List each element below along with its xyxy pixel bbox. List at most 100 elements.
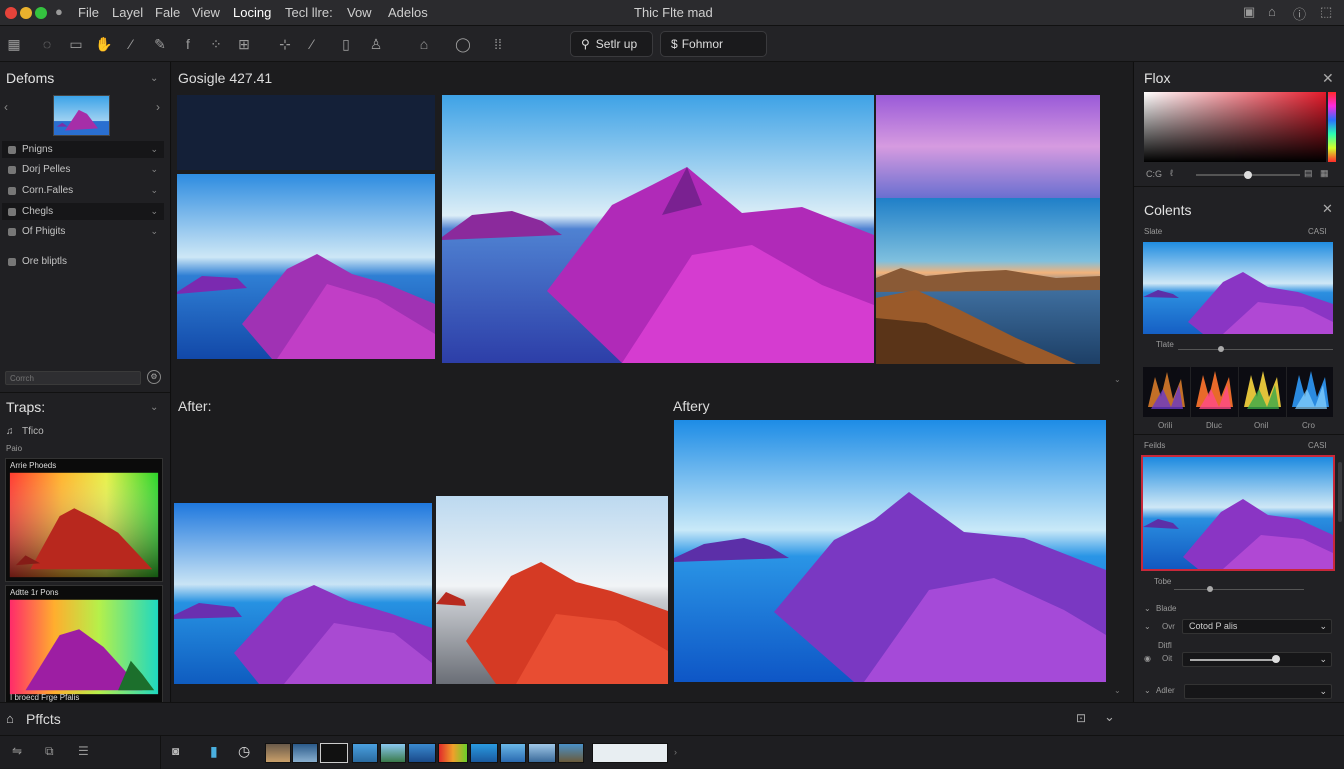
filmstrip-thumb-1[interactable] bbox=[265, 743, 291, 763]
chevron-right-icon[interactable]: › bbox=[674, 747, 677, 757]
chevron-left-icon[interactable]: ‹ bbox=[4, 100, 8, 114]
filmstrip-thumb-10[interactable] bbox=[528, 743, 556, 763]
menu-tecl[interactable]: Tecl llre: bbox=[285, 5, 333, 20]
close-icon[interactable]: ✕ bbox=[1322, 70, 1334, 87]
tobe-slider[interactable] bbox=[1174, 589, 1304, 590]
left-row-extra[interactable]: Ore bliptls bbox=[2, 253, 164, 270]
transform-tool-icon[interactable]: ⊹ bbox=[275, 34, 295, 54]
filmstrip-thumb-8[interactable] bbox=[470, 743, 498, 763]
swatch-2[interactable] bbox=[1191, 367, 1238, 417]
rotate-tool-icon[interactable]: ◯ bbox=[453, 34, 473, 54]
pen-tool-icon[interactable]: ✎ bbox=[150, 34, 170, 54]
chevron-down-icon[interactable]: ⌄ bbox=[1104, 709, 1115, 725]
left-row-dorj[interactable]: Dorj Pelles ⌄ bbox=[2, 161, 164, 178]
swatch-3[interactable] bbox=[1239, 367, 1286, 417]
filmstrip-thumb-3[interactable] bbox=[320, 743, 348, 763]
bottle-icon[interactable]: ▮ bbox=[210, 743, 218, 760]
preview-image-selected[interactable] bbox=[1141, 455, 1335, 571]
preset-card-2[interactable]: Adtte 1r Pons I broecd Frge Pfalis bbox=[5, 585, 163, 705]
chevron-down-icon[interactable]: ⌄ bbox=[1144, 604, 1151, 613]
chevron-right-icon[interactable]: › bbox=[156, 100, 160, 114]
filmstrip-thumb-9[interactable] bbox=[500, 743, 526, 763]
preview-image-1[interactable] bbox=[1143, 242, 1333, 334]
filmstrip-thumb-4[interactable] bbox=[352, 743, 378, 763]
list-icon[interactable]: ☰ bbox=[78, 744, 89, 758]
menu-view[interactable]: View bbox=[192, 5, 220, 20]
hue-slider[interactable] bbox=[1328, 92, 1336, 162]
color-slider-knob[interactable] bbox=[1244, 171, 1252, 179]
image-after-2[interactable] bbox=[436, 496, 668, 684]
color-picker-field[interactable] bbox=[1144, 92, 1326, 162]
eye-icon[interactable]: ◉ bbox=[1144, 654, 1151, 663]
filmstrip-thumb-6[interactable] bbox=[408, 743, 436, 763]
image-after-1[interactable] bbox=[174, 503, 432, 684]
camera-button[interactable]: $Fohmor Camen bbox=[660, 31, 767, 75]
hand-tool-icon[interactable]: ✋ bbox=[94, 34, 114, 54]
image-photo-1[interactable] bbox=[177, 174, 435, 359]
expand-icon[interactable]: ⬚ bbox=[1320, 4, 1332, 20]
swatch-icon[interactable]: ▤ bbox=[1304, 168, 1313, 179]
chevron-down-icon[interactable]: ⌄ bbox=[1114, 375, 1121, 384]
opacity-slider-knob[interactable] bbox=[1272, 655, 1280, 663]
left-row-corn[interactable]: Corn.Falles ⌄ bbox=[2, 182, 164, 199]
stamp-tool-icon[interactable]: ♙ bbox=[366, 34, 386, 54]
dots-grid-icon[interactable]: ⁞⁞ bbox=[488, 34, 508, 54]
chevron-down-icon[interactable]: ⌄ bbox=[1144, 686, 1151, 695]
preset-card-1[interactable]: Arrie Phoeds bbox=[5, 458, 163, 582]
grid-tool-icon[interactable]: ▦ bbox=[4, 34, 24, 54]
left-row-chegls[interactable]: Chegls ⌄ bbox=[2, 203, 164, 220]
scatter-tool-icon[interactable]: ⁘ bbox=[206, 34, 226, 54]
close-window-button[interactable] bbox=[5, 7, 17, 19]
dropdown-3[interactable]: ⌄ bbox=[1184, 684, 1332, 699]
scrollbar[interactable] bbox=[1338, 462, 1342, 522]
camera-icon[interactable]: ◙ bbox=[172, 744, 179, 758]
more-icon[interactable]: ▦ bbox=[1320, 168, 1329, 179]
copy-icon[interactable]: ⧉ bbox=[45, 744, 54, 759]
chevron-down-icon[interactable]: ⌄ bbox=[150, 402, 158, 413]
home-icon[interactable]: ⌂ bbox=[6, 711, 14, 726]
image-dark-sky[interactable] bbox=[177, 95, 435, 170]
mirror-icon[interactable]: ⇋ bbox=[12, 744, 22, 758]
search-input[interactable] bbox=[5, 371, 141, 385]
minimize-window-button[interactable] bbox=[20, 7, 32, 19]
menu-adelos[interactable]: Adelos bbox=[388, 5, 428, 20]
zoom-window-button[interactable] bbox=[35, 7, 47, 19]
swatch-1[interactable] bbox=[1143, 367, 1190, 417]
chevron-down-icon[interactable]: ⌄ bbox=[1144, 622, 1151, 631]
export-icon[interactable]: ⊡ bbox=[1076, 711, 1086, 725]
close-icon[interactable]: ✕ bbox=[1322, 201, 1333, 217]
filmstrip-thumb-5[interactable] bbox=[380, 743, 406, 763]
menu-vow[interactable]: Vow bbox=[347, 5, 372, 20]
tide-slider-knob[interactable] bbox=[1218, 346, 1224, 352]
left-row-pnigns[interactable]: Pnigns ⌄ bbox=[2, 141, 164, 158]
eyedropper-icon[interactable]: ℓ bbox=[1170, 168, 1173, 178]
circle-icon[interactable]: ● bbox=[55, 4, 63, 19]
filmstrip-thumb-7[interactable] bbox=[438, 743, 468, 763]
setup-button[interactable]: ⚲ Setlr up bbox=[570, 31, 653, 57]
filmstrip-thumb-2[interactable] bbox=[292, 743, 318, 763]
menu-file[interactable]: File bbox=[78, 5, 99, 20]
page-tool-icon[interactable]: ▯ bbox=[336, 34, 356, 54]
opacity-slider[interactable] bbox=[1190, 659, 1276, 661]
filmstrip-thumb-12[interactable] bbox=[592, 743, 668, 763]
tide-slider[interactable] bbox=[1178, 349, 1333, 350]
image-after-large[interactable] bbox=[674, 420, 1106, 682]
preset-thumbnail[interactable] bbox=[53, 95, 110, 136]
brush-tool-icon[interactable]: ⁄ bbox=[121, 34, 141, 54]
clock-icon[interactable]: ◷ bbox=[238, 743, 250, 760]
menu-locing[interactable]: Locing bbox=[233, 5, 271, 20]
type-tool-icon[interactable]: f bbox=[178, 34, 198, 54]
pin-icon[interactable]: ⌂ bbox=[1268, 4, 1276, 19]
settings-icon[interactable]: ⚙ bbox=[147, 370, 161, 384]
image-photo-sunset[interactable] bbox=[876, 198, 1100, 364]
window-icon[interactable]: ▣ bbox=[1243, 4, 1255, 20]
image-photo-hero[interactable] bbox=[442, 95, 874, 363]
menu-layer[interactable]: Layel bbox=[112, 5, 143, 20]
chevron-down-icon[interactable]: ⌄ bbox=[1114, 686, 1121, 695]
dropdown-1[interactable]: Cotod P alis ⌄ bbox=[1182, 619, 1332, 634]
eyedropper-tool-icon[interactable]: ⁄ bbox=[302, 34, 322, 54]
tobe-slider-knob[interactable] bbox=[1207, 586, 1213, 592]
image-photo-purple-sky[interactable] bbox=[876, 95, 1100, 198]
crop-tool-icon[interactable]: ⊞ bbox=[234, 34, 254, 54]
menu-fale[interactable]: Fale bbox=[155, 5, 180, 20]
